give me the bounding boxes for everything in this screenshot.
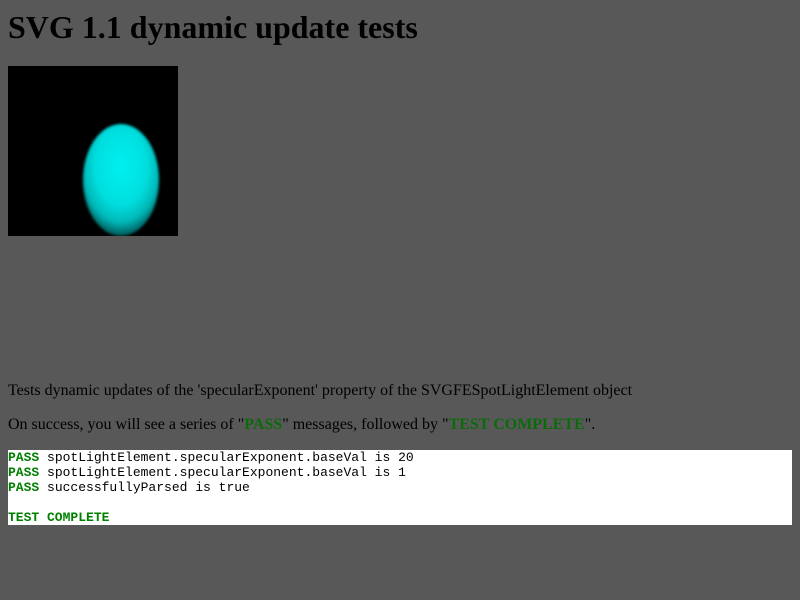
- test-description: Tests dynamic updates of the 'specularEx…: [8, 382, 633, 399]
- instructions-prefix: On success, you will see a series of ": [8, 416, 245, 433]
- result-message: spotLightElement.specularExponent.baseVa…: [39, 450, 414, 465]
- test-complete-label: TEST COMPLETE: [8, 510, 110, 525]
- success-instructions: On success, you will see a series of "PA…: [8, 416, 595, 434]
- test-console: PASS spotLightElement.specularExponent.b…: [8, 450, 792, 525]
- result-line: PASS spotLightElement.specularExponent.b…: [8, 465, 792, 480]
- result-status: PASS: [8, 480, 40, 495]
- result-line: TEST COMPLETE: [8, 510, 792, 525]
- result-status: PASS: [8, 450, 40, 465]
- result-line: PASS spotLightElement.specularExponent.b…: [8, 450, 792, 465]
- result-status: PASS: [8, 465, 40, 480]
- page-title: SVG 1.1 dynamic update tests: [8, 9, 418, 45]
- result-message: spotLightElement.specularExponent.baseVa…: [39, 465, 406, 480]
- instructions-middle: " messages, followed by ": [282, 416, 449, 433]
- instructions-complete-word: TEST COMPLETE: [448, 416, 585, 433]
- svg-test-canvas: [8, 66, 178, 236]
- instructions-suffix: ".: [584, 416, 596, 433]
- result-message: successfullyParsed is true: [39, 480, 250, 495]
- spotlit-ellipse: [83, 124, 159, 236]
- instructions-pass-word: PASS: [244, 416, 283, 433]
- result-line: PASS successfullyParsed is true: [8, 480, 792, 495]
- spotlight-render: [8, 66, 178, 236]
